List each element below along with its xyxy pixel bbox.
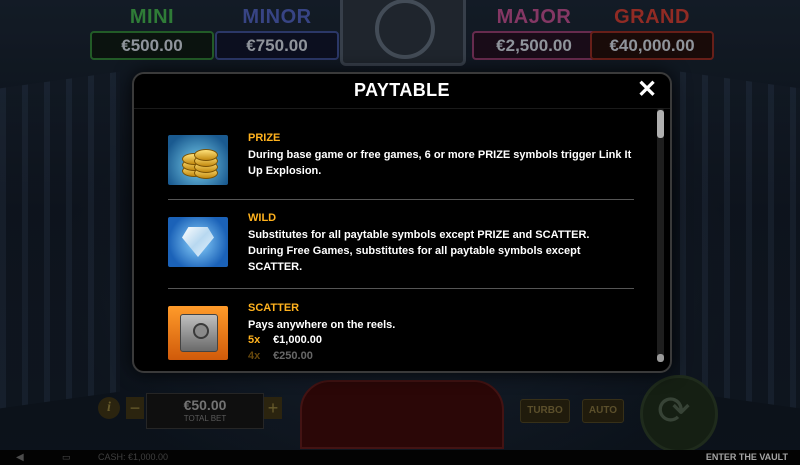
- scroll-down-arrow-icon[interactable]: [657, 354, 664, 362]
- payout-amount: €250.00: [273, 350, 313, 362]
- paytable-entry-prize: PRIZE During base game or free games, 6 …: [168, 132, 634, 192]
- paytable-entry-wild: WILD Substitutes for all paytable symbol…: [168, 212, 634, 282]
- symbol-description-wild: Substitutes for all paytable symbols exc…: [248, 227, 633, 275]
- wild-description-line-2: During Free Games, substitutes for all p…: [248, 245, 581, 273]
- vault-safe-symbol-icon: [168, 306, 228, 360]
- gold-coins-symbol-icon: [168, 135, 228, 185]
- payout-amount: €1,000.00: [273, 334, 322, 346]
- scrollbar-thumb[interactable]: [657, 110, 664, 138]
- modal-title: PAYTABLE: [354, 80, 450, 100]
- payout-row: 5x €1,000.00: [248, 334, 322, 346]
- payout-row: 4x €250.00: [248, 350, 313, 362]
- symbol-description-prize: During base game or free games, 6 or mor…: [248, 149, 632, 177]
- wild-description-line-1: Substitutes for all paytable symbols exc…: [248, 229, 590, 241]
- payout-count: 4x: [248, 350, 261, 362]
- paytable-scrollbar[interactable]: [657, 108, 664, 362]
- symbol-name-prize: PRIZE: [248, 132, 281, 144]
- symbol-description-scatter: Pays anywhere on the reels.: [248, 319, 396, 331]
- paytable-entry-scatter: SCATTER Pays anywhere on the reels. 5x €…: [168, 302, 634, 362]
- modal-header: PAYTABLE ✕: [134, 74, 670, 109]
- divider: [168, 199, 634, 200]
- diamond-symbol-icon: [168, 217, 228, 267]
- symbol-name-scatter: SCATTER: [248, 302, 300, 314]
- paytable-content[interactable]: PRIZE During base game or free games, 6 …: [134, 112, 654, 362]
- payout-count: 5x: [248, 334, 261, 346]
- close-button[interactable]: ✕: [634, 77, 660, 103]
- symbol-name-wild: WILD: [248, 212, 277, 224]
- divider: [168, 288, 634, 289]
- paytable-modal: PAYTABLE ✕ PRIZE During base game or fre…: [132, 72, 672, 373]
